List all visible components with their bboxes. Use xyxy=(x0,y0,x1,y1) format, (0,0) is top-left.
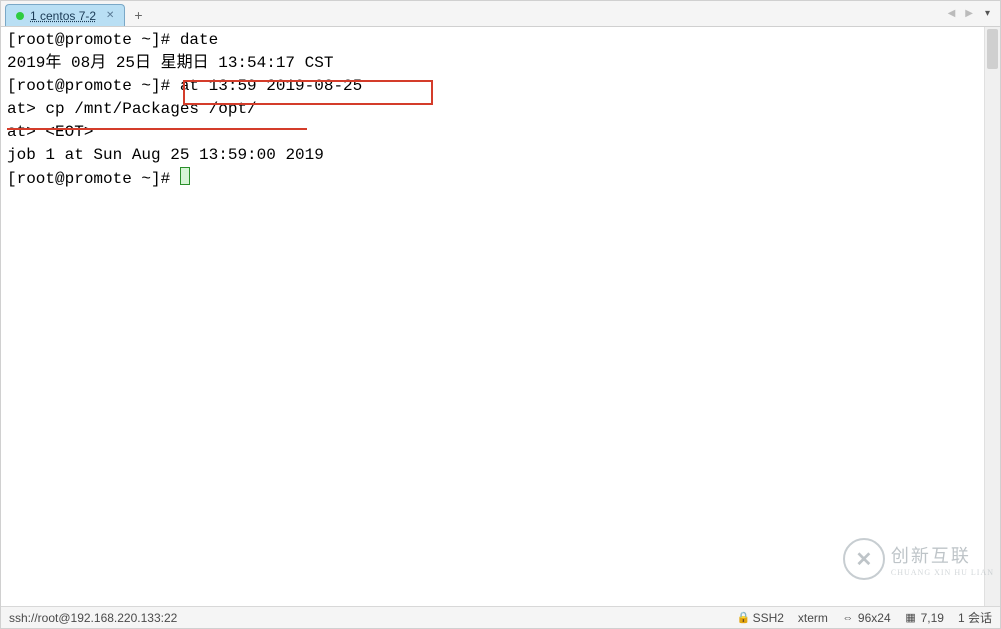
next-tab-icon: ▶ xyxy=(963,8,975,19)
tab-bar: 1 centos 7-2 ✕ + ◀ ▶ ▾ xyxy=(1,1,1000,27)
scrollbar[interactable] xyxy=(984,27,1000,606)
scrollbar-thumb[interactable] xyxy=(987,29,998,69)
terminal-line: at> cp /mnt/Packages /opt/ xyxy=(7,100,257,118)
terminal-line: job 1 at Sun Aug 25 13:59:00 2019 xyxy=(7,146,324,164)
status-cursor-pos: ▦ 7,19 xyxy=(905,611,944,625)
cursor-pos-icon: ▦ xyxy=(905,612,917,624)
status-sessions: 1 会话 xyxy=(958,609,992,626)
status-connection: ssh://root@192.168.220.133:22 xyxy=(9,611,177,625)
size-icon: ⇔ xyxy=(842,612,854,624)
terminal-line: [root@promote ~]# date xyxy=(7,31,218,49)
terminal-area[interactable]: [root@promote ~]# date 2019年 08月 25日 星期日… xyxy=(1,27,1000,606)
tab-centos[interactable]: 1 centos 7-2 ✕ xyxy=(5,4,125,26)
tab-menu-icon[interactable]: ▾ xyxy=(981,8,994,19)
status-dot-icon xyxy=(16,12,24,20)
close-icon[interactable]: ✕ xyxy=(106,10,114,21)
status-term-type: xterm xyxy=(798,611,828,625)
status-size: ⇔ 96x24 xyxy=(842,611,891,625)
cursor-icon xyxy=(180,167,190,185)
terminal-line: at> <EOT> xyxy=(7,123,93,141)
terminal-line: [root@promote ~]# at 13:59 2019-08-25 xyxy=(7,77,362,95)
new-tab-button[interactable]: + xyxy=(127,4,149,26)
lock-icon: 🔒 xyxy=(737,612,749,624)
status-protocol: 🔒 SSH2 xyxy=(737,611,784,625)
terminal-line: [root@promote ~]# xyxy=(7,170,180,188)
tab-nav: ◀ ▶ ▾ xyxy=(946,1,1000,26)
terminal-line: 2019年 08月 25日 星期日 13:54:17 CST xyxy=(7,54,333,72)
status-bar: ssh://root@192.168.220.133:22 🔒 SSH2 xte… xyxy=(1,606,1000,628)
tab-label: 1 centos 7-2 xyxy=(30,9,96,23)
terminal-output[interactable]: [root@promote ~]# date 2019年 08月 25日 星期日… xyxy=(7,29,982,606)
prev-tab-icon: ◀ xyxy=(946,8,958,19)
